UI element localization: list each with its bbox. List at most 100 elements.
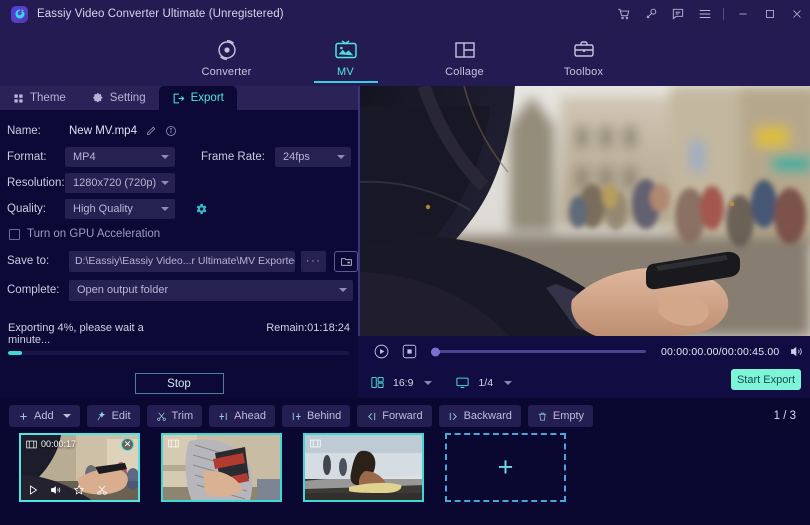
start-export-button[interactable]: Start Export (731, 369, 801, 390)
resolution-select[interactable]: 1280x720 (720p) (65, 173, 175, 193)
plus-icon (18, 411, 29, 422)
trim-label: Trim (171, 410, 194, 422)
edit-name-icon[interactable] (145, 125, 157, 137)
nav-tab-converter[interactable]: Converter (186, 33, 268, 78)
app-logo-icon (11, 5, 28, 23)
clip-duration-badge: 00:00:17 (26, 439, 76, 449)
empty-label: Empty (552, 410, 585, 422)
stop-playback-button[interactable] (398, 341, 420, 363)
resolution-value: 1280x720 (720p) (73, 177, 157, 189)
trim-button[interactable]: Trim (146, 405, 203, 427)
feedback-icon[interactable] (664, 0, 691, 28)
minimize-icon[interactable] (729, 0, 756, 28)
film-icon (310, 439, 321, 448)
chevron-down-icon[interactable] (62, 414, 71, 418)
gpu-row[interactable]: Turn on GPU Acceleration (0, 222, 358, 246)
browse-button[interactable]: ··· (300, 250, 327, 272)
key-icon[interactable] (637, 0, 664, 28)
title-bar: Eassiy Video Converter Ultimate (Unregis… (0, 0, 810, 28)
framerate-value: 24fps (283, 151, 310, 163)
complete-value: Open output folder (77, 284, 169, 296)
mv-icon (333, 36, 359, 62)
move-forward-icon (366, 411, 377, 422)
play-button[interactable] (370, 341, 392, 363)
backward-button[interactable]: Backward (438, 405, 521, 427)
edit-label: Edit (111, 410, 131, 422)
add-clip-tile[interactable]: + (445, 433, 566, 502)
advanced-settings-gear-icon[interactable] (194, 202, 208, 216)
saveto-input[interactable]: D:\Eassiy\Eassiy Video...r Ultimate\MV E… (69, 250, 295, 272)
gpu-label: Turn on GPU Acceleration (27, 228, 161, 240)
nav-tab-mv[interactable]: MV (305, 33, 387, 83)
progress-text: Exporting 4%, please wait a minute... (8, 322, 144, 346)
toolbox-icon (572, 36, 596, 62)
effects-icon[interactable] (73, 484, 85, 496)
panel-tabs: Theme Setting Export (0, 86, 358, 110)
name-row: Name: New MV.mp4 (0, 118, 358, 144)
maximize-icon[interactable] (756, 0, 783, 28)
complete-select[interactable]: Open output folder (69, 279, 353, 301)
converter-icon (215, 36, 239, 62)
format-select[interactable]: MP4 (65, 147, 175, 167)
video-preview[interactable] (360, 86, 810, 336)
chevron-down-icon (339, 288, 347, 292)
clip-thumbnail-3[interactable] (303, 433, 424, 502)
clip-thumbnail-2[interactable] (161, 433, 282, 502)
aspect-ratio-icon[interactable] (370, 375, 385, 390)
open-folder-icon[interactable] (334, 250, 359, 272)
tab-theme[interactable]: Theme (0, 86, 79, 110)
volume-icon[interactable] (50, 484, 62, 496)
clip-thumbnail-1[interactable]: 00:00:17 ✕ (19, 433, 140, 502)
seek-handle[interactable] (431, 347, 440, 356)
remove-clip-icon[interactable]: ✕ (121, 438, 134, 451)
add-button[interactable]: Add (9, 405, 80, 427)
saveto-value: D:\Eassiy\Eassiy Video...r Ultimate\MV E… (75, 255, 295, 267)
chevron-down-icon (337, 155, 345, 159)
screen-split-icon[interactable] (455, 375, 470, 390)
chevron-down-icon[interactable] (504, 380, 513, 385)
trash-icon (537, 411, 548, 422)
grid-icon (13, 93, 24, 104)
clip-tools (27, 484, 108, 496)
quality-value: High Quality (73, 203, 133, 215)
seek-slider[interactable] (431, 347, 646, 356)
nav-tab-toolbox[interactable]: Toolbox (543, 33, 625, 78)
ahead-button[interactable]: Ahead (209, 405, 275, 427)
scissors-icon[interactable] (96, 484, 108, 496)
browse-label: ··· (305, 255, 322, 267)
behind-button[interactable]: Behind (281, 405, 351, 427)
gear-icon (92, 92, 104, 104)
quality-row: Quality: High Quality (0, 196, 358, 222)
remaining-time: Remain:01:18:24 (266, 322, 350, 334)
info-icon[interactable] (165, 125, 177, 137)
clip-strip: 00:00:17 ✕ + (0, 433, 810, 525)
nav-label: Collage (445, 66, 484, 78)
chevron-down-icon (161, 155, 169, 159)
tab-export[interactable]: Export (158, 86, 237, 110)
stop-label: Stop (167, 377, 191, 390)
framerate-select[interactable]: 24fps (275, 147, 351, 167)
plus-icon: + (497, 452, 514, 482)
stop-button[interactable]: Stop (134, 373, 224, 394)
chevron-down-icon (161, 207, 169, 211)
tab-label: Theme (30, 92, 66, 104)
screen-split-value: 1/4 (478, 376, 494, 389)
forward-button[interactable]: Forward (357, 405, 432, 427)
edit-button[interactable]: Edit (86, 405, 140, 427)
gpu-checkbox[interactable] (9, 228, 20, 240)
quality-select[interactable]: High Quality (65, 199, 175, 219)
film-icon (26, 440, 37, 449)
cart-icon[interactable] (610, 0, 637, 28)
add-label: Add (34, 410, 54, 422)
name-value: New MV.mp4 (69, 125, 137, 137)
nav-tab-collage[interactable]: Collage (424, 33, 506, 78)
menu-icon[interactable] (691, 0, 718, 28)
tab-label: Setting (109, 92, 146, 104)
close-icon[interactable] (783, 0, 810, 28)
empty-button[interactable]: Empty (527, 405, 594, 427)
play-icon[interactable] (27, 484, 39, 496)
tab-setting[interactable]: Setting (79, 86, 159, 110)
chevron-down-icon[interactable] (424, 380, 433, 385)
volume-icon[interactable] (789, 344, 804, 359)
export-form: Name: New MV.mp4 Format: MP4 Frame Rate:… (0, 110, 359, 394)
